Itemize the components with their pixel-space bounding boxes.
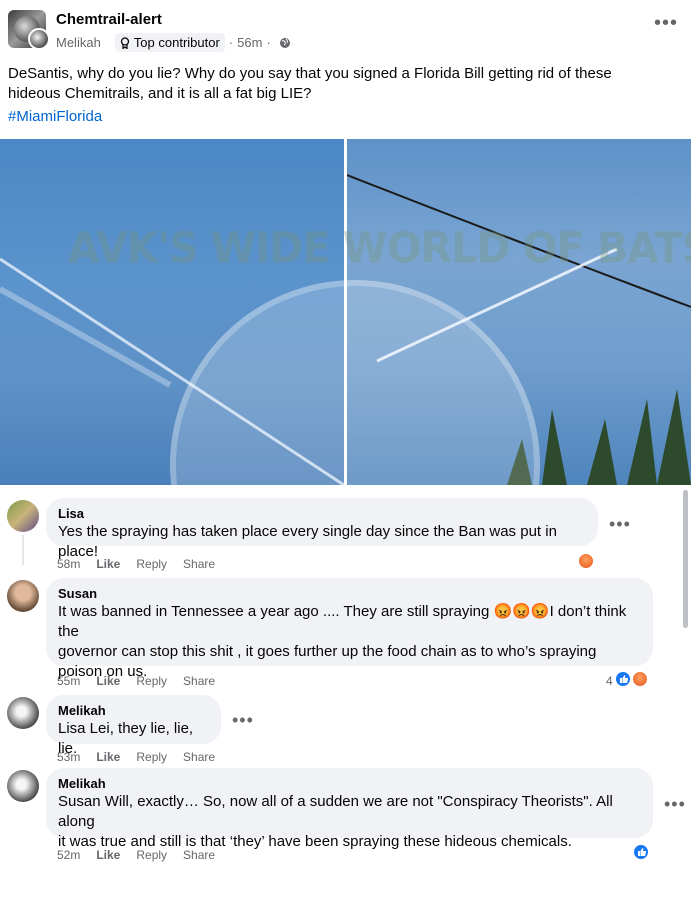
top-contributor-badge[interactable]: Top contributor bbox=[114, 33, 225, 52]
separator-dot: · bbox=[266, 35, 271, 50]
comment-time[interactable]: 55m bbox=[57, 674, 80, 688]
angry-reaction-icon[interactable] bbox=[577, 552, 595, 570]
thread-line bbox=[22, 535, 24, 565]
badge-label: Top contributor bbox=[133, 35, 220, 50]
comment-bubble: Melikah Susan Will, exactly… So, now all… bbox=[46, 768, 653, 850]
group-name[interactable]: Chemtrail-alert bbox=[56, 11, 162, 28]
share-button[interactable]: Share bbox=[183, 557, 215, 571]
globe-icon bbox=[279, 37, 290, 48]
comment-text-line: Susan Will, exactly… So, now all of a su… bbox=[58, 793, 613, 830]
share-button[interactable]: Share bbox=[183, 674, 215, 688]
comment-author[interactable]: Melikah bbox=[58, 703, 209, 719]
comment-actions: 58m Like Reply Share bbox=[57, 557, 215, 571]
post-options-icon[interactable]: ••• bbox=[654, 13, 678, 33]
author-name[interactable]: Melikah bbox=[56, 35, 101, 50]
comment-text-line: It was banned in Tennessee a year ago ..… bbox=[58, 603, 627, 640]
reply-button[interactable]: Reply bbox=[136, 557, 167, 571]
like-reaction-icon[interactable] bbox=[614, 670, 632, 688]
comment-time[interactable]: 58m bbox=[57, 557, 80, 571]
comment-author[interactable]: Susan bbox=[58, 586, 641, 602]
like-button[interactable]: Like bbox=[96, 848, 120, 862]
angry-reaction-icon[interactable] bbox=[631, 670, 649, 688]
comment-options-icon[interactable]: ••• bbox=[232, 711, 254, 729]
avatar[interactable] bbox=[7, 580, 39, 612]
comments-scrollbar[interactable] bbox=[683, 490, 688, 628]
badge-icon bbox=[120, 36, 129, 49]
watermark-text: AVK'S WIDE WORLD OF BATSHIT bbox=[68, 222, 691, 274]
avatar[interactable] bbox=[7, 500, 39, 532]
reply-button[interactable]: Reply bbox=[136, 848, 167, 862]
post-text: DeSantis, why do you lie? Why do you say… bbox=[8, 65, 612, 102]
reply-button[interactable]: Reply bbox=[136, 750, 167, 764]
comment-actions: 53m Like Reply Share bbox=[57, 750, 215, 764]
author-avatar[interactable] bbox=[28, 28, 50, 50]
avatar[interactable] bbox=[7, 770, 39, 802]
comment-options-icon[interactable]: ••• bbox=[609, 515, 631, 533]
share-button[interactable]: Share bbox=[183, 750, 215, 764]
comment-text: Yes the spraying has taken place every s… bbox=[58, 523, 557, 560]
comment-author[interactable]: Lisa bbox=[58, 506, 586, 522]
comment-actions: 55m Like Reply Share bbox=[57, 674, 215, 688]
like-button[interactable]: Like bbox=[96, 557, 120, 571]
reaction-count[interactable]: 4 bbox=[606, 674, 613, 688]
comment-bubble: Lisa Yes the spraying has taken place ev… bbox=[46, 498, 598, 560]
comment-bubble: Susan It was banned in Tennessee a year … bbox=[46, 578, 653, 680]
comment-options-icon[interactable]: ••• bbox=[664, 795, 686, 813]
separator-dot: · bbox=[228, 35, 234, 50]
comment-author[interactable]: Melikah bbox=[58, 776, 641, 792]
reply-button[interactable]: Reply bbox=[136, 674, 167, 688]
like-button[interactable]: Like bbox=[96, 674, 120, 688]
like-button[interactable]: Like bbox=[96, 750, 120, 764]
avatar[interactable] bbox=[7, 697, 39, 729]
hashtag-link[interactable]: #MiamiFlorida bbox=[8, 108, 102, 125]
post-meta: Melikah Top contributor · 56m · bbox=[56, 33, 291, 52]
post-time[interactable]: 56m bbox=[237, 35, 262, 50]
like-reaction-icon[interactable] bbox=[632, 843, 650, 861]
share-button[interactable]: Share bbox=[183, 848, 215, 862]
comment-bubble: Melikah Lisa Lei, they lie, lie, lie. bbox=[46, 695, 221, 757]
post-header: Chemtrail-alert Melikah Top contributor … bbox=[0, 0, 691, 60]
comment-actions: 52m Like Reply Share bbox=[57, 848, 215, 862]
comment-text-line: governor can stop this shit , it goes fu… bbox=[58, 643, 597, 660]
comment-time[interactable]: 53m bbox=[57, 750, 80, 764]
comment-time[interactable]: 52m bbox=[57, 848, 80, 862]
